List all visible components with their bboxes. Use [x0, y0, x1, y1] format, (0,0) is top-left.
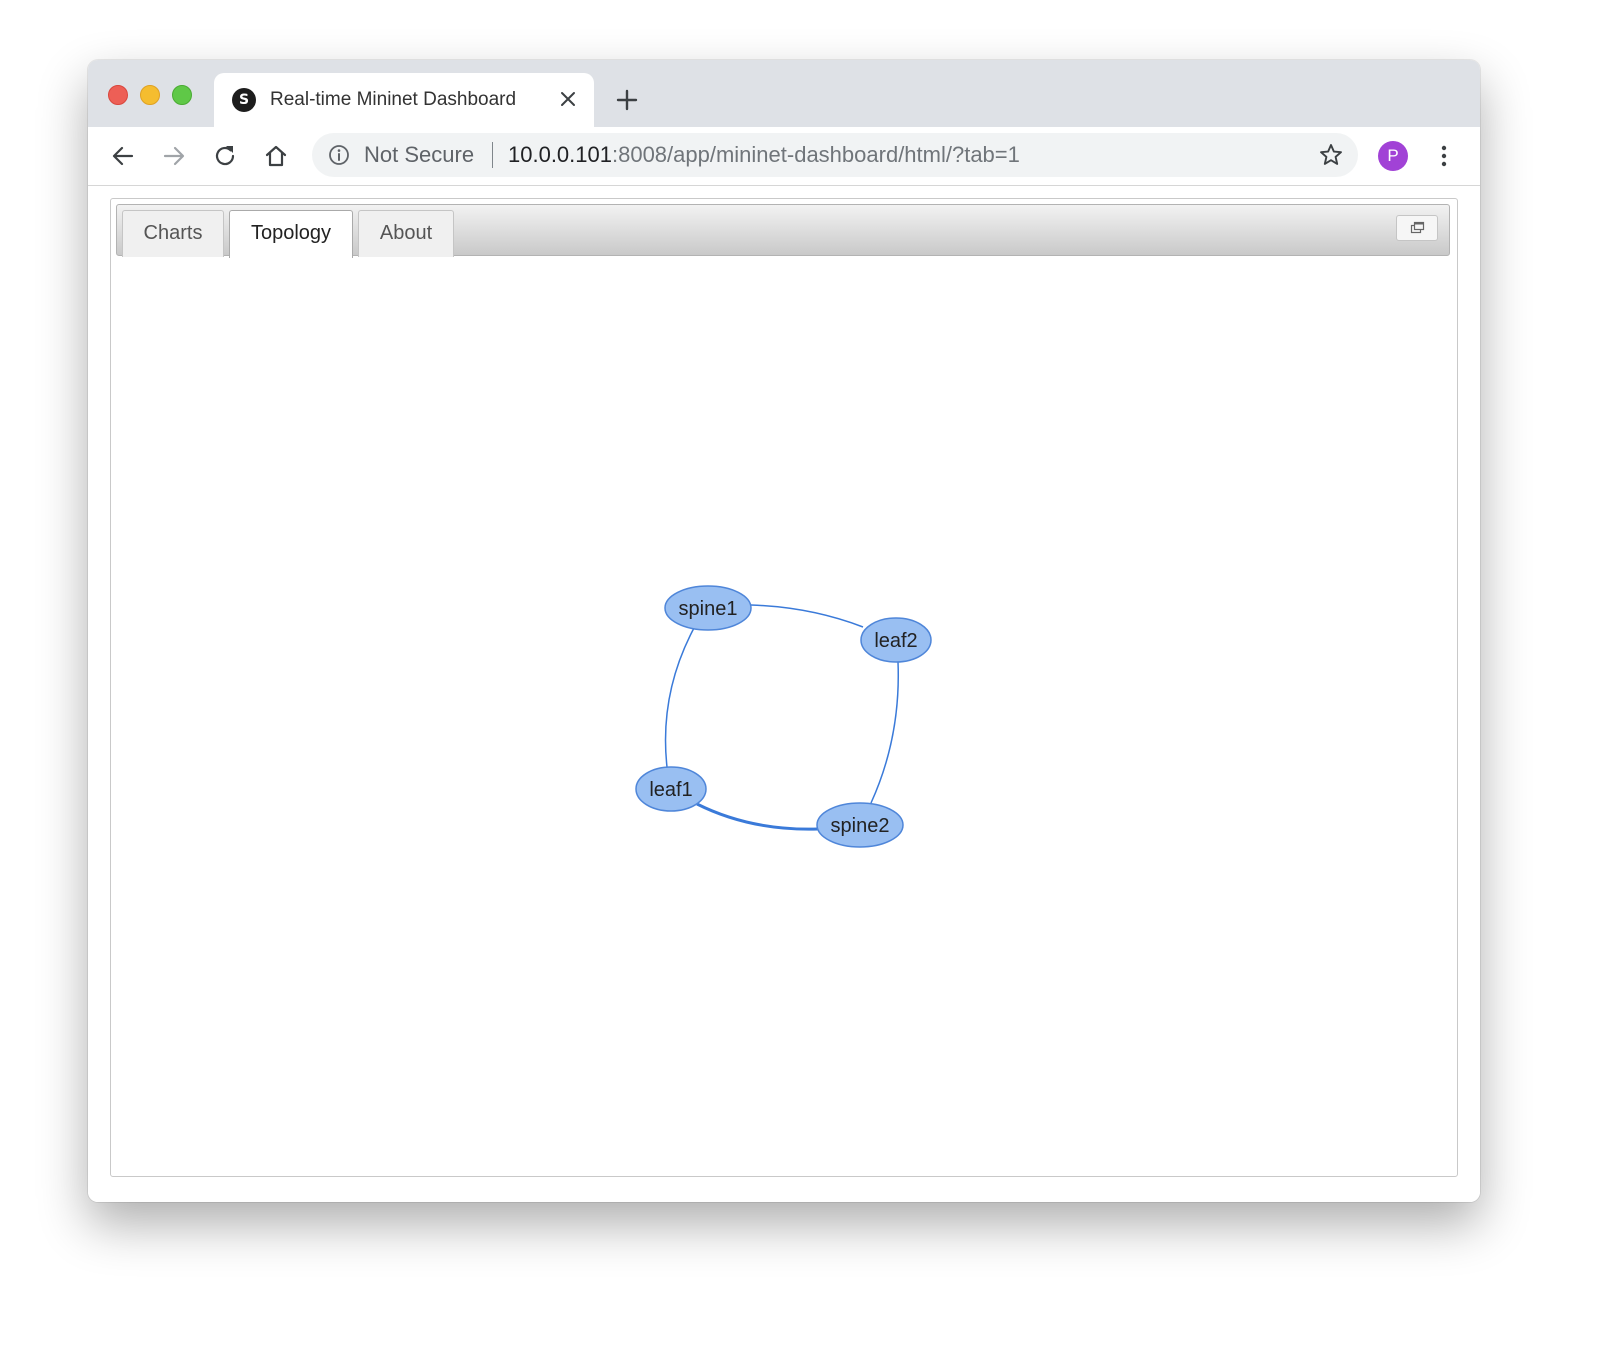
app-tab-strip: Charts Topology About — [116, 204, 1450, 258]
nodes-layer: spine1 leaf2 leaf1 spine2 — [635, 585, 932, 848]
title-bar: S Real-time Mininet Dashboard — [88, 60, 1480, 127]
site-favicon-icon: S — [232, 88, 256, 112]
new-tab-icon[interactable] — [615, 88, 639, 112]
bookmark-star-icon[interactable] — [1318, 142, 1344, 168]
node-leaf1[interactable]: leaf1 — [635, 766, 707, 812]
popout-button[interactable] — [1396, 215, 1438, 241]
link-spine1-leaf1[interactable] — [664, 627, 695, 768]
new-window-icon — [1410, 221, 1425, 234]
node-spine1[interactable]: spine1 — [664, 585, 752, 631]
tab-charts[interactable]: Charts — [122, 210, 224, 257]
node-label: spine2 — [831, 815, 890, 837]
more-vert-icon[interactable] — [1432, 143, 1456, 169]
info-icon[interactable] — [328, 144, 350, 166]
url-host: 10.0.0.101 — [508, 142, 612, 167]
link-spine1-leaf2[interactable] — [750, 604, 864, 628]
link-leaf1-spine2[interactable] — [696, 802, 819, 831]
reload-icon[interactable] — [212, 143, 238, 169]
tab-title: Real-time Mininet Dashboard — [270, 89, 517, 110]
tab-topology[interactable]: Topology — [229, 210, 353, 258]
node-label: leaf1 — [649, 779, 692, 801]
security-status-label[interactable]: Not Secure — [364, 142, 474, 168]
address-bar-divider — [492, 142, 493, 168]
topology-graph[interactable]: spine1 leaf2 leaf1 spine2 — [111, 259, 1457, 1176]
window-minimize-button[interactable] — [140, 85, 160, 105]
node-label: spine1 — [679, 598, 738, 620]
window-maximize-button[interactable] — [172, 85, 192, 105]
tab-close-icon[interactable] — [558, 89, 578, 109]
browser-window: S Real-time Mininet Dashboard Not Secure… — [88, 60, 1480, 1202]
node-leaf2[interactable]: leaf2 — [860, 617, 932, 663]
window-close-button[interactable] — [108, 85, 128, 105]
forward-arrow-icon[interactable] — [161, 143, 187, 169]
page-content: Charts Topology About spine1 leaf2 leaf1 sp… — [88, 186, 1480, 1202]
address-bar[interactable]: Not Secure 10.0.0.101:8008/app/mininet-d… — [312, 133, 1358, 177]
url-text[interactable]: 10.0.0.101:8008/app/mininet-dashboard/ht… — [508, 142, 1020, 168]
node-label: leaf2 — [874, 630, 917, 652]
back-arrow-icon[interactable] — [110, 143, 136, 169]
url-path: :8008/app/mininet-dashboard/html/?tab=1 — [611, 142, 1020, 167]
dashboard-panel: Charts Topology About spine1 leaf2 leaf1 sp… — [110, 198, 1458, 1177]
browser-tab[interactable]: S Real-time Mininet Dashboard — [214, 73, 594, 127]
link-leaf2-spine2[interactable] — [870, 661, 900, 804]
node-spine2[interactable]: spine2 — [816, 802, 904, 848]
profile-avatar[interactable]: P — [1378, 141, 1408, 171]
tab-about[interactable]: About — [358, 210, 454, 257]
browser-toolbar: Not Secure 10.0.0.101:8008/app/mininet-d… — [88, 127, 1480, 186]
home-icon[interactable] — [263, 143, 289, 169]
